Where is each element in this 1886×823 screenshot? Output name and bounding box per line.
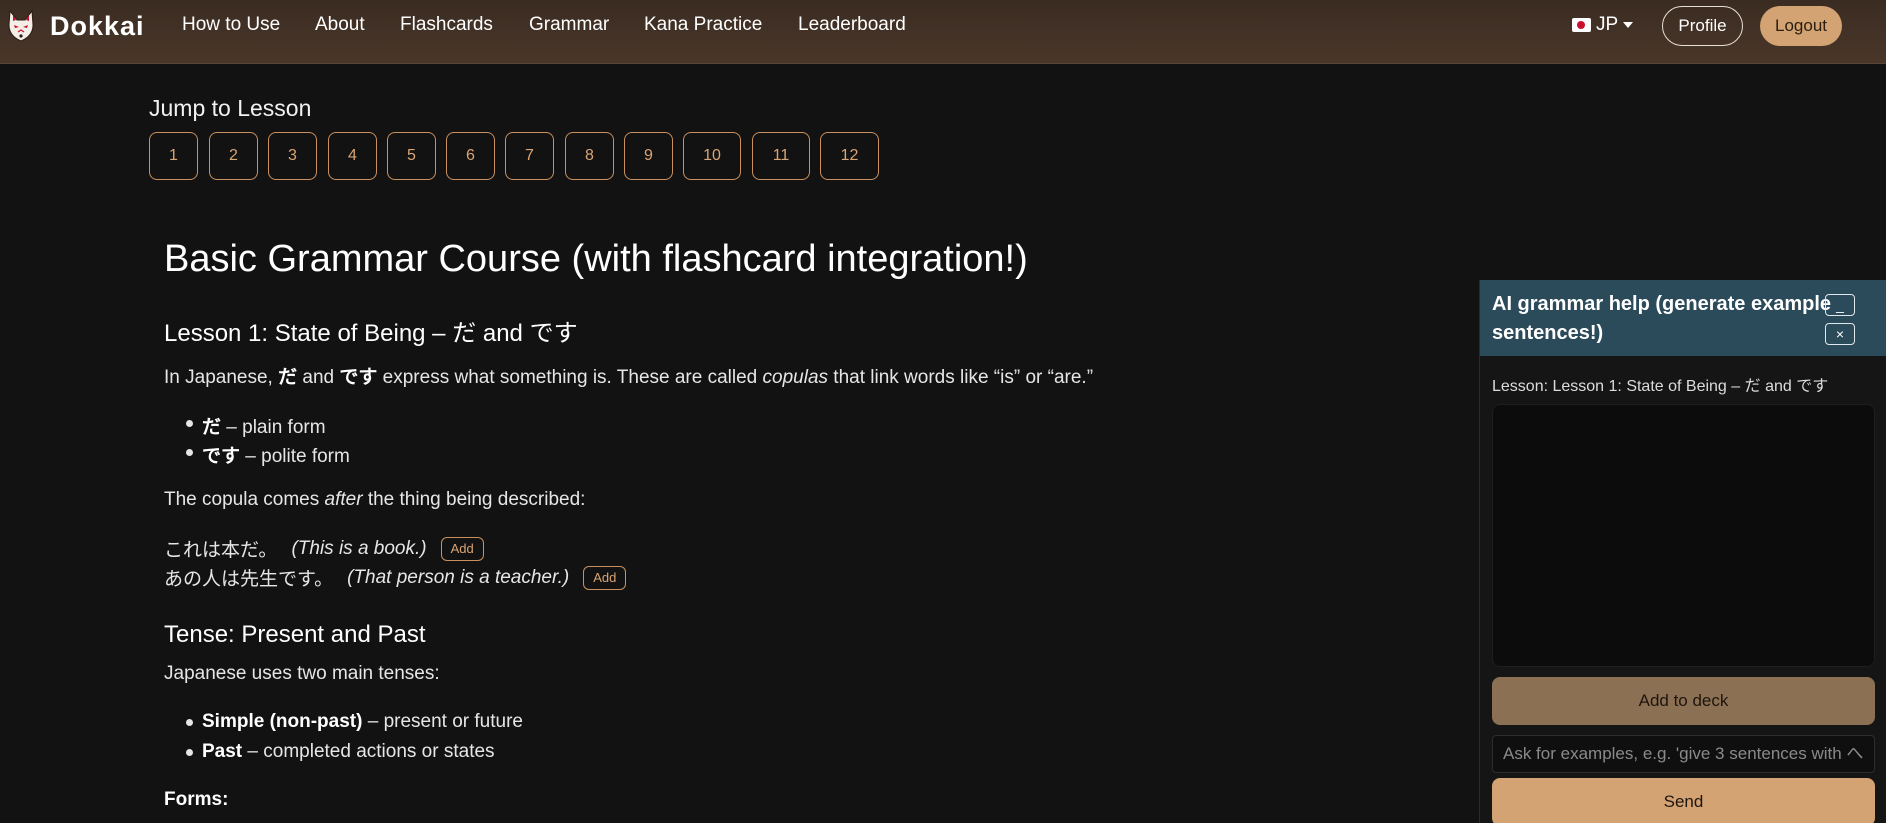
list-item: です – polite form [202,446,350,467]
lesson-button-9[interactable]: 9 [624,132,673,180]
nav-link-grammar[interactable]: Grammar [529,14,609,36]
ai-prompt-input[interactable] [1492,735,1875,773]
language-dropdown[interactable]: JP [1572,14,1634,36]
language-label: JP [1596,14,1619,35]
minimize-button[interactable]: _ [1825,294,1855,316]
page-title: Basic Grammar Course (with flashcard int… [164,238,1028,280]
brand-name: Dokkai [50,10,145,41]
bullet-icon [186,449,193,456]
nav-link-about[interactable]: About [315,14,365,36]
nav-link-kana-practice[interactable]: Kana Practice [644,14,762,36]
send-button[interactable]: Send [1492,778,1875,823]
list-item: Past – completed actions or states [202,741,495,762]
fox-mask-logo-icon [8,9,34,42]
tense-intro: Japanese uses two main tenses: [164,663,440,684]
lesson-button-10[interactable]: 10 [683,132,741,180]
add-example-button[interactable]: Add [440,536,484,561]
lesson-button-6[interactable]: 6 [446,132,495,180]
lesson-button-11[interactable]: 11 [752,132,810,180]
add-example-button[interactable]: Add [583,565,627,590]
ai-panel-header: AI grammar help (generate example senten… [1480,280,1886,356]
lesson-1-heading: Lesson 1: State of Being – だ and です [164,320,578,347]
lesson-button-12[interactable]: 12 [820,132,879,180]
tense-heading: Tense: Present and Past [164,621,426,648]
brand[interactable]: Dokkai [6,9,145,43]
lesson-button-5[interactable]: 5 [387,132,436,180]
nav-link-leaderboard[interactable]: Leaderboard [798,14,906,36]
top-navbar: Dokkai How to Use About Flashcards Gramm… [0,0,1886,64]
jump-to-lesson-heading: Jump to Lesson [149,95,312,121]
profile-button[interactable]: Profile [1662,6,1743,46]
close-button[interactable]: × [1825,323,1855,345]
chevron-down-icon [1623,22,1634,28]
bullet-icon [186,749,193,756]
example-sentence: これは本だ。 (This is a book.) Add [164,535,484,562]
lesson-button-4[interactable]: 4 [328,132,377,180]
example-sentence: あの人は先生です。 (That person is a teacher.) Ad… [164,564,627,591]
lesson-button-7[interactable]: 7 [505,132,554,180]
ai-grammar-panel: AI grammar help (generate example senten… [1479,280,1886,823]
bullet-icon [186,719,193,726]
bullet-icon [186,420,193,427]
nav-link-how-to-use[interactable]: How to Use [182,14,280,36]
list-item: Simple (non-past) – present or future [202,711,523,732]
lesson-1-intro: In Japanese, だ and です express what somet… [164,367,1094,388]
forms-label: Forms: [164,789,229,810]
copula-note: The copula comes after the thing being d… [164,489,586,510]
nav-link-flashcards[interactable]: Flashcards [400,14,493,36]
ai-panel-lesson-label: Lesson: Lesson 1: State of Being – だ and… [1492,378,1829,395]
ai-response-area [1492,404,1875,667]
add-to-deck-button[interactable]: Add to deck [1492,677,1875,725]
lesson-button-2[interactable]: 2 [209,132,258,180]
list-item: だ – plain form [202,417,326,438]
japan-flag-icon [1572,18,1591,32]
ai-panel-title: AI grammar help (generate example senten… [1492,293,1832,344]
lesson-button-1[interactable]: 1 [149,132,198,180]
lesson-button-8[interactable]: 8 [565,132,614,180]
logout-button[interactable]: Logout [1760,6,1842,46]
lesson-button-3[interactable]: 3 [268,132,317,180]
